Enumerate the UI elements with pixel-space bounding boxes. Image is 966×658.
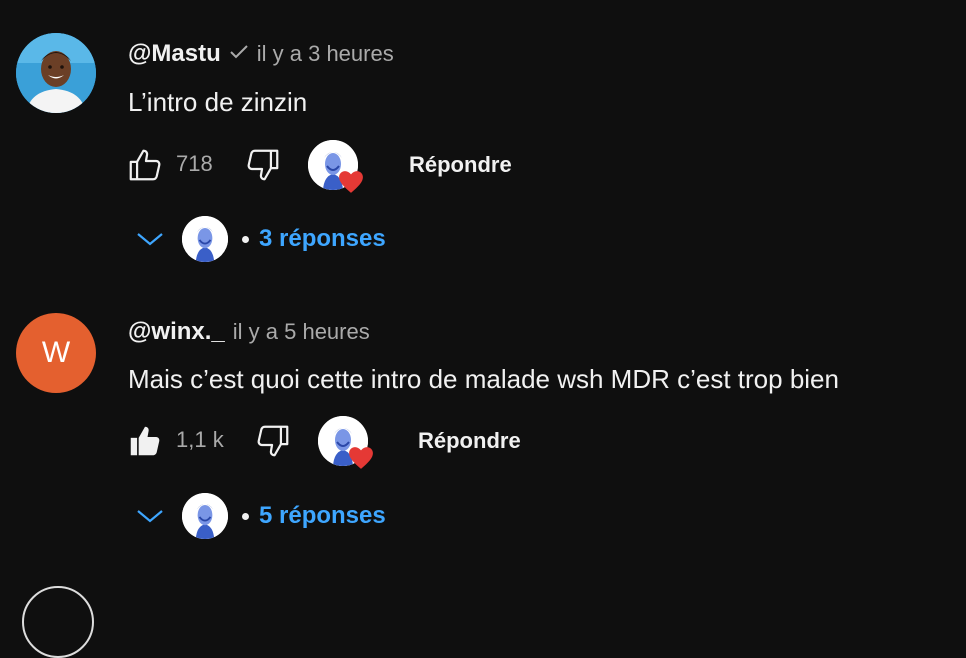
- thumbs-down-icon: [247, 149, 279, 181]
- comment-header: @winx._ il y a 5 heures: [128, 318, 370, 346]
- creator-avatar-icon: [182, 493, 228, 539]
- creator-heart-badge: [308, 140, 363, 193]
- like-button[interactable]: [124, 144, 166, 186]
- replies-count-label: 3 réponses: [259, 225, 386, 252]
- thumbs-up-icon: [129, 149, 161, 181]
- view-replies-button[interactable]: 5 réponses: [130, 491, 386, 541]
- creator-avatar: [182, 216, 228, 262]
- comment-author[interactable]: @Mastu: [128, 40, 221, 68]
- dislike-button[interactable]: [242, 144, 284, 186]
- heart-icon: [349, 447, 373, 469]
- thumbs-up-filled-icon: [130, 426, 160, 456]
- chevron-down-icon: [130, 219, 170, 259]
- comment-header: @Mastu il y a 3 heures: [128, 40, 394, 68]
- reply-button[interactable]: Répondre: [418, 428, 521, 454]
- replies-count-label: 5 réponses: [259, 502, 386, 529]
- avatar-letter: W: [41, 336, 71, 369]
- creator-avatar: [182, 493, 228, 539]
- avatar[interactable]: W: [16, 313, 96, 393]
- separator-dot: [242, 512, 249, 520]
- comment-timestamp[interactable]: il y a 5 heures: [233, 319, 370, 345]
- comment-text: L’intro de zinzin: [128, 87, 308, 117]
- heart-icon: [339, 171, 363, 193]
- thumbs-down-icon: [257, 425, 289, 457]
- separator-dot: [242, 235, 249, 243]
- creator-avatar-icon: [182, 216, 228, 262]
- reply-button[interactable]: Répondre: [409, 152, 512, 178]
- like-count: 1,1 k: [176, 427, 224, 452]
- avatar[interactable]: [16, 33, 96, 113]
- creator-heart-badge: [318, 416, 373, 469]
- comment-actions: 718 Répondre: [124, 140, 544, 193]
- person-photo-icon: [16, 33, 96, 113]
- verified-check-icon: [229, 43, 249, 66]
- like-button[interactable]: [124, 420, 166, 462]
- dislike-button[interactable]: [252, 420, 294, 462]
- view-replies-button[interactable]: 3 réponses: [130, 214, 386, 264]
- like-count: 718: [176, 151, 213, 176]
- comment-actions: 1,1 k Répondre: [124, 416, 544, 469]
- comment-timestamp[interactable]: il y a 3 heures: [257, 41, 394, 67]
- chevron-down-icon: [130, 496, 170, 536]
- comment-text: Mais c’est quoi cette intro de malade ws…: [128, 364, 839, 394]
- next-comment-avatar[interactable]: [22, 586, 94, 658]
- comment-author[interactable]: @winx._: [128, 318, 225, 346]
